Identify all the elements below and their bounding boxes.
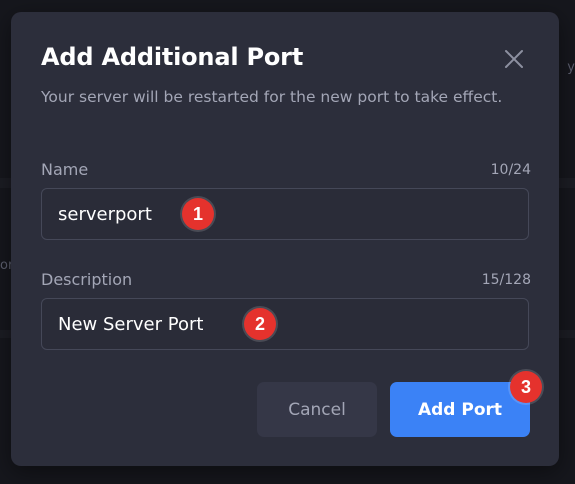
add-port-button[interactable]: Add Port (390, 382, 530, 437)
cancel-button[interactable]: Cancel (257, 382, 377, 437)
background-text-fragment: y (567, 60, 575, 75)
close-icon (505, 50, 523, 68)
dialog-title: Add Additional Port (41, 43, 304, 71)
annotation-badge-3: 3 (510, 371, 542, 403)
close-button[interactable] (501, 46, 527, 72)
name-label: Name (41, 160, 89, 179)
annotation-badge-1: 1 (182, 198, 214, 230)
annotation-badge-2: 2 (244, 308, 276, 340)
add-port-dialog: Add Additional Port Your server will be … (11, 12, 559, 466)
name-char-counter: 10/24 (490, 162, 531, 178)
description-label: Description (41, 270, 133, 289)
dialog-subtitle: Your server will be restarted for the ne… (41, 88, 503, 106)
description-input[interactable] (41, 298, 529, 350)
description-char-counter: 15/128 (481, 272, 531, 288)
name-input[interactable] (41, 188, 529, 240)
